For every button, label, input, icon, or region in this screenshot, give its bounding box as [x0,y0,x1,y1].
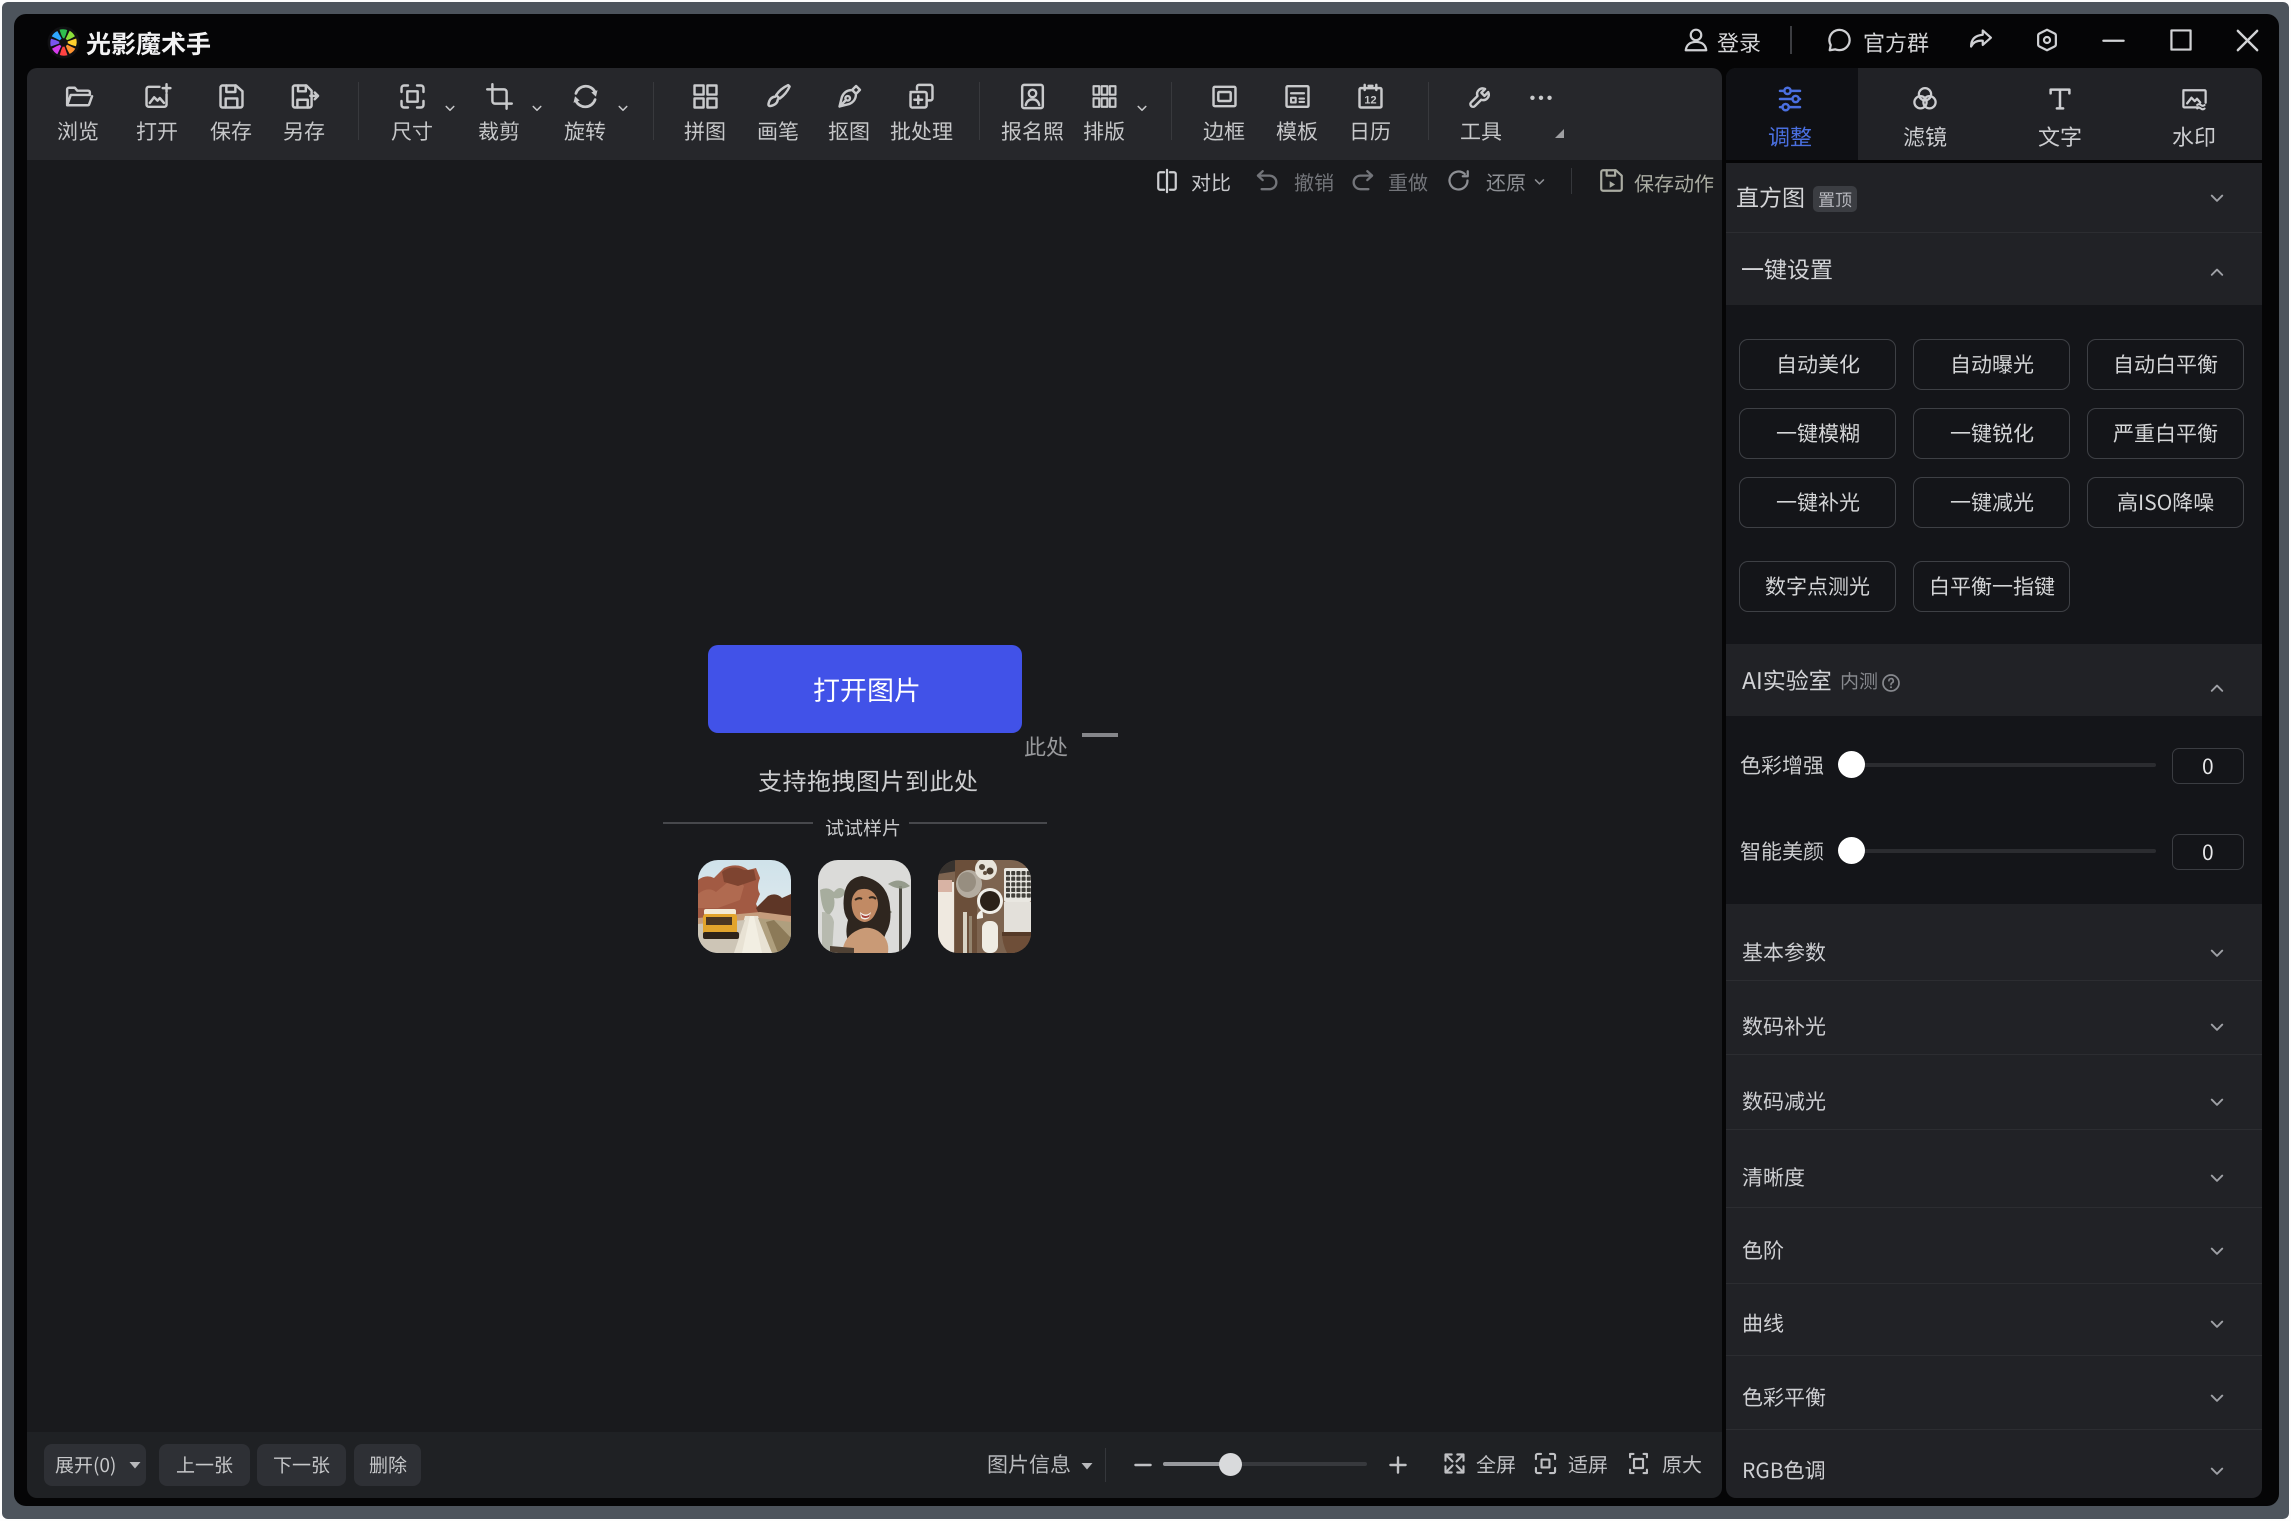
svg-text:12: 12 [1364,95,1376,107]
